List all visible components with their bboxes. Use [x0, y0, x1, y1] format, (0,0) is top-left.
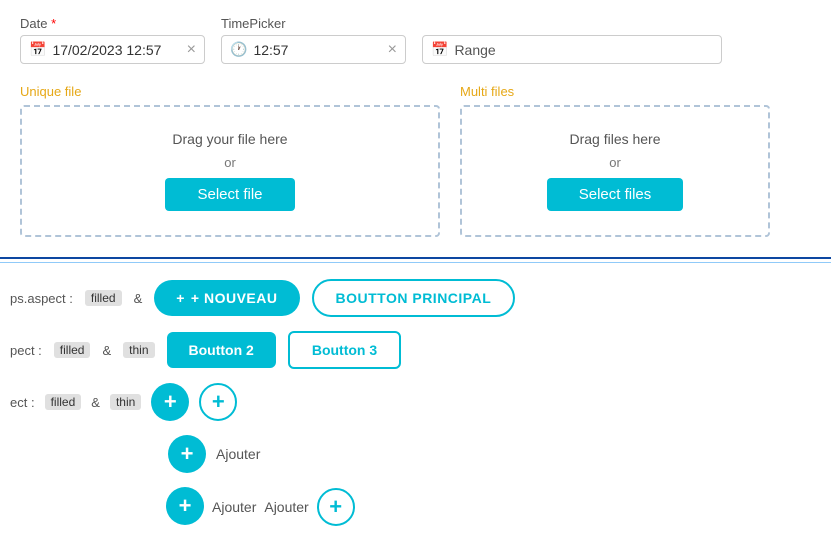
multi-or-text: or — [609, 155, 621, 170]
circle-outline-button-1[interactable]: + — [199, 383, 237, 421]
boutton2-button[interactable]: Boutton 2 — [167, 332, 276, 368]
button-row-5: + Ajouter Ajouter + — [10, 487, 831, 527]
row1-separator: & — [134, 291, 143, 306]
button-row-4: + Ajouter — [10, 435, 831, 473]
boutton3-button[interactable]: Boutton 3 — [288, 331, 401, 369]
button-row-1: ps.aspect : filled & + + NOUVEAU BOUTTON… — [10, 279, 831, 317]
row2-badge-thin: thin — [123, 342, 154, 358]
circle-filled-button-2[interactable]: + — [168, 435, 206, 473]
row5-ajouter-label1: Ajouter — [212, 499, 256, 515]
row2-label: pect : — [10, 343, 42, 358]
row3-separator: & — [91, 395, 100, 410]
date-required-star: * — [51, 16, 56, 31]
file-areas-row: Unique file Drag your file here or Selec… — [20, 84, 811, 237]
circle-filled-button-1[interactable]: + — [151, 383, 189, 421]
select-file-button[interactable]: Select file — [165, 178, 294, 211]
timepicker-field-group: TimePicker 🕐 12:57 × — [221, 16, 406, 64]
bottom-content: ps.aspect : filled & + + NOUVEAU BOUTTON… — [0, 279, 831, 527]
date-field-group: Date * 📅 17/02/2023 12:57 × — [20, 16, 205, 64]
circle-filled-button-3[interactable]: + — [166, 487, 204, 525]
row3-badge-filled: filled — [45, 394, 82, 410]
time-clear-button[interactable]: × — [388, 42, 397, 58]
select-files-button[interactable]: Select files — [547, 178, 684, 211]
unique-file-label: Unique file — [20, 84, 440, 99]
row2-separator: & — [102, 343, 111, 358]
unique-file-dropzone[interactable]: Drag your file here or Select file — [20, 105, 440, 237]
unique-or-text: or — [224, 155, 236, 170]
date-input[interactable]: 📅 17/02/2023 12:57 × — [20, 35, 205, 64]
multi-file-container: Multi files Drag files here or Select fi… — [460, 84, 770, 237]
circle-outline-button-2[interactable]: + — [317, 488, 355, 526]
clock-icon: 🕐 — [230, 41, 247, 58]
date-clear-button[interactable]: × — [187, 42, 196, 58]
range-label-spacer — [422, 16, 722, 31]
row2-badge-filled: filled — [54, 342, 91, 358]
row1-badge-filled: filled — [85, 290, 122, 306]
row5-ajouter-label2: Ajouter — [264, 499, 308, 515]
unique-file-container: Unique file Drag your file here or Selec… — [20, 84, 440, 237]
timepicker-input[interactable]: 🕐 12:57 × — [221, 35, 406, 64]
range-calendar-icon: 📅 — [431, 41, 448, 58]
multi-drag-text: Drag files here — [569, 131, 660, 147]
row4-ajouter-label: Ajouter — [216, 446, 260, 462]
boutton-principal-button[interactable]: BOUTTON PRINCIPAL — [312, 279, 516, 317]
time-value: 12:57 — [253, 42, 381, 58]
timepicker-label: TimePicker — [221, 16, 406, 31]
calendar-icon: 📅 — [29, 41, 46, 58]
multi-file-label: Multi files — [460, 84, 770, 99]
button-row-3: ect : filled & thin + + — [10, 383, 831, 421]
date-value: 17/02/2023 12:57 — [52, 42, 180, 58]
fields-row: Date * 📅 17/02/2023 12:57 × TimePicker 🕐… — [20, 16, 811, 64]
range-input[interactable]: 📅 Range — [422, 35, 722, 64]
unique-drag-text: Drag your file here — [172, 131, 287, 147]
nouveau-label: + NOUVEAU — [191, 290, 278, 306]
date-label: Date * — [20, 16, 205, 31]
row3-label: ect : — [10, 395, 35, 410]
nouveau-button[interactable]: + + NOUVEAU — [154, 280, 299, 316]
date-label-text: Date — [20, 16, 47, 31]
range-field-group: 📅 Range — [422, 16, 722, 64]
bottom-section: ps.aspect : filled & + + NOUVEAU BOUTTON… — [0, 263, 831, 527]
multi-file-dropzone[interactable]: Drag files here or Select files — [460, 105, 770, 237]
plus-icon: + — [176, 290, 185, 306]
row3-badge-thin: thin — [110, 394, 141, 410]
top-section: Date * 📅 17/02/2023 12:57 × TimePicker 🕐… — [0, 0, 831, 257]
button-row-2: pect : filled & thin Boutton 2 Boutton 3 — [10, 331, 831, 369]
row1-label: ps.aspect : — [10, 291, 73, 306]
range-value: Range — [454, 42, 713, 58]
